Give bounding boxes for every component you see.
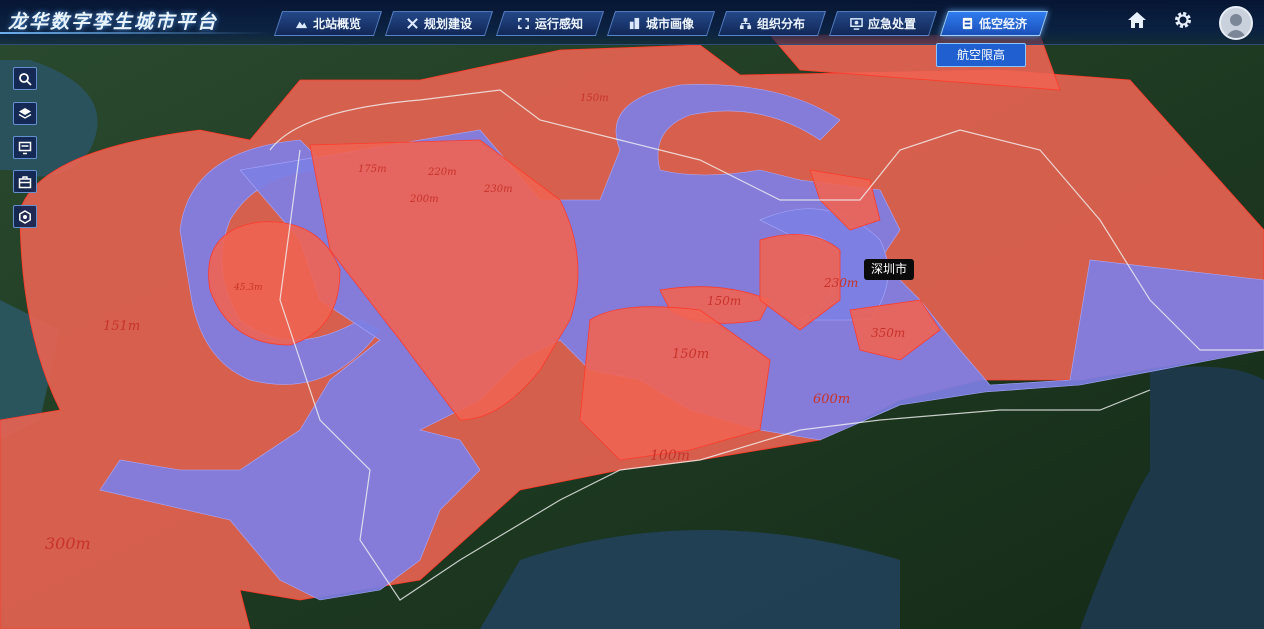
layers-button[interactable] [13, 102, 37, 125]
screen-icon [18, 141, 32, 154]
top-header: 龙华数字孪生城市平台 北站概览 规划建设 运行感知 城市画像 组织分布 应急处置… [0, 0, 1264, 45]
nav-tab-label: 城市画像 [645, 17, 694, 31]
height-label: 175m [358, 164, 387, 175]
map-tooltip: 深圳市 [864, 259, 915, 280]
settings-button[interactable] [13, 205, 37, 228]
search-icon [19, 72, 32, 86]
gear-icon[interactable] [1172, 9, 1194, 31]
nav-tab-label: 运行感知 [534, 17, 583, 31]
app-title: 龙华数字孪生城市平台 [8, 11, 219, 33]
nav-tab-portrait[interactable]: 城市画像 [606, 11, 716, 36]
nav-tab-planning[interactable]: 规划建设 [384, 11, 494, 36]
height-label: 45.3m [233, 283, 263, 293]
drone-icon [962, 17, 973, 30]
height-label: 220m [427, 167, 457, 178]
user-avatar-icon[interactable] [1219, 6, 1253, 40]
height-label: 200m [409, 194, 439, 205]
search-button[interactable] [13, 67, 37, 90]
height-label: 230m [823, 276, 858, 290]
layers-icon [18, 107, 32, 119]
tools-icon [407, 18, 418, 29]
nav-tab-label: 规划建设 [423, 17, 472, 31]
height-label: 151m [103, 319, 140, 334]
nav-tab-label: 低空经济 [978, 17, 1027, 31]
height-label: 230m [483, 184, 513, 195]
org-chart-icon [739, 17, 752, 30]
height-label: 100m [650, 448, 690, 464]
screen-button[interactable] [13, 136, 37, 159]
height-label: 150m [672, 347, 709, 362]
title-underline [0, 32, 270, 34]
height-label: 600m [813, 392, 850, 407]
nav-tab-low-altitude[interactable]: 低空经济 [939, 11, 1049, 36]
overview-icon [295, 21, 308, 29]
height-label: 150m [707, 294, 741, 308]
toolbox-button[interactable] [13, 170, 37, 193]
height-label: 300m [45, 534, 91, 553]
nav-tab-emergency[interactable]: 应急处置 [828, 11, 938, 36]
building-icon [629, 17, 640, 30]
nav-tab-label: 组织分布 [756, 17, 805, 31]
height-label: 150m [580, 93, 609, 104]
settings-icon [19, 209, 31, 224]
sensor-icon [518, 18, 529, 29]
nav-tab-label: 北站概览 [312, 17, 361, 31]
toolbox-icon [18, 175, 32, 188]
nav-tab-label: 应急处置 [867, 17, 916, 31]
home-icon[interactable] [1126, 9, 1148, 31]
nav-tab-overview[interactable]: 北站概览 [273, 11, 383, 36]
monitor-icon [850, 18, 863, 30]
nav-tab-organization[interactable]: 组织分布 [717, 11, 827, 36]
submenu-aviation-height-limit[interactable]: 航空限高 [936, 43, 1026, 67]
map-canvas[interactable]: 175m 220m 200m 230m 45.3m 151m 150m 230m… [0, 0, 1264, 629]
nav-tab-sensing[interactable]: 运行感知 [495, 11, 605, 36]
height-label: 350m [871, 326, 905, 340]
